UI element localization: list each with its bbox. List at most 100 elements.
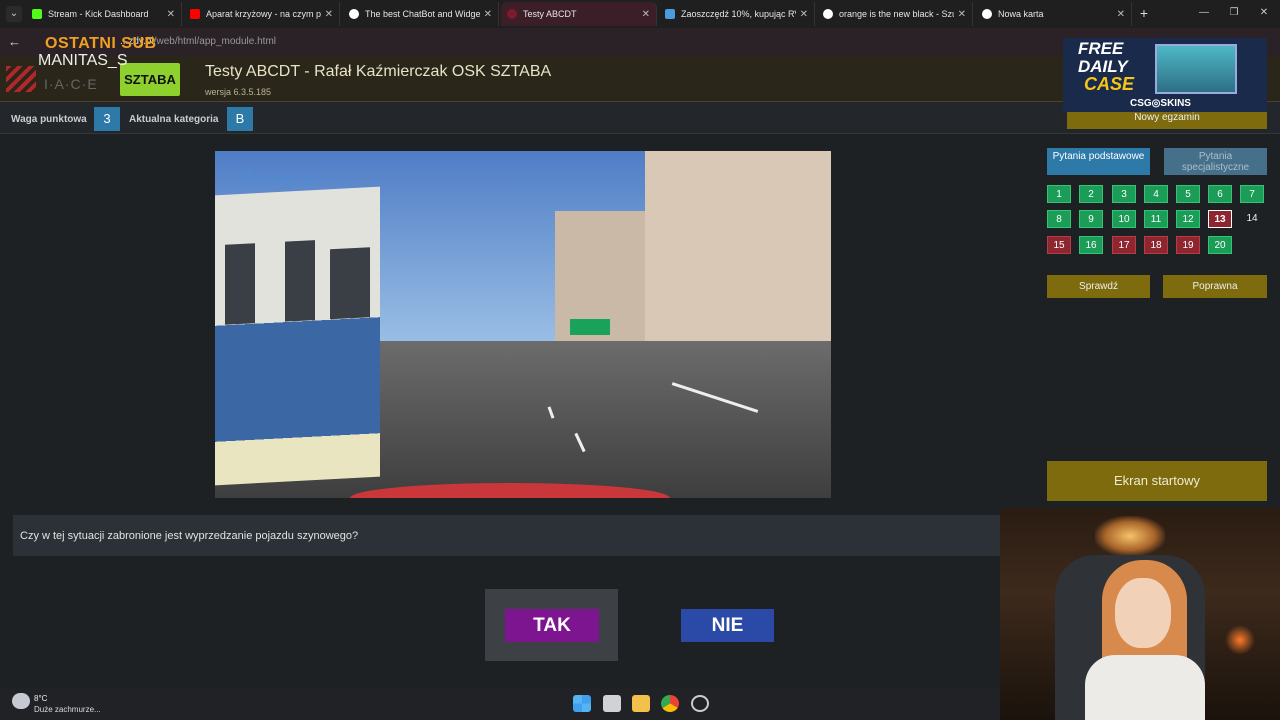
question-number-button[interactable]: 18 bbox=[1144, 236, 1168, 254]
close-tab-icon[interactable]: ✕ bbox=[800, 9, 808, 20]
weight-value: 3 bbox=[94, 107, 120, 131]
sztaba-logo: SZTABA bbox=[120, 63, 180, 96]
tram-window bbox=[225, 243, 255, 325]
tab-aparat[interactable]: Aparat krzyżowy - na czym polega ✕ bbox=[184, 2, 340, 26]
question-number-button[interactable]: 3 bbox=[1112, 185, 1136, 203]
google-icon bbox=[823, 9, 833, 19]
question-number-button[interactable]: 19 bbox=[1176, 236, 1200, 254]
new-exam-button[interactable]: Nowy egzamin bbox=[1067, 109, 1267, 129]
ad-free-text: FREE DAILY bbox=[1078, 39, 1128, 76]
testy-icon bbox=[507, 9, 517, 19]
close-tab-icon[interactable]: ✕ bbox=[167, 9, 175, 20]
file-explorer-icon[interactable] bbox=[632, 695, 650, 712]
video-building bbox=[645, 151, 831, 371]
tab-basic-questions[interactable]: Pytania podstawowe bbox=[1047, 148, 1150, 175]
overlay-last-sub-name: MANITAS_S bbox=[38, 52, 128, 69]
webcam-streamer-face bbox=[1115, 578, 1171, 648]
tab-title: Aparat krzyżowy - na czym polega bbox=[206, 9, 321, 19]
tram-window bbox=[285, 240, 315, 322]
question-number-button[interactable]: 5 bbox=[1176, 185, 1200, 203]
tab-title: The best ChatBot and Widgets bbox=[365, 9, 480, 19]
question-number-button[interactable]: 2 bbox=[1079, 185, 1103, 203]
chrome-icon[interactable] bbox=[661, 695, 679, 712]
close-window-icon[interactable]: ✕ bbox=[1256, 4, 1272, 22]
video-road-sign bbox=[570, 319, 610, 335]
question-number-button[interactable]: 9 bbox=[1079, 210, 1103, 228]
question-number-button[interactable]: 6 bbox=[1208, 185, 1232, 203]
weather-desc: Duże zachmurze... bbox=[34, 705, 101, 714]
url-path: /web/html/app_module.html bbox=[153, 36, 277, 47]
close-tab-icon[interactable]: ✕ bbox=[325, 9, 333, 20]
tab-chatbot[interactable]: The best ChatBot and Widgets ✕ bbox=[343, 2, 499, 26]
tab-kick-dashboard[interactable]: Stream - Kick Dashboard ✕ bbox=[26, 2, 182, 26]
weather-temp: 8°C bbox=[34, 694, 48, 703]
question-number-button[interactable]: 13 bbox=[1208, 210, 1232, 228]
question-number-button[interactable]: 10 bbox=[1112, 210, 1136, 228]
correct-answer-button[interactable]: Poprawna bbox=[1163, 275, 1267, 298]
webcam-streamer-shirt bbox=[1085, 655, 1205, 720]
question-number-button[interactable]: 20 bbox=[1208, 236, 1232, 254]
question-number-button[interactable]: 1 bbox=[1047, 185, 1071, 203]
restore-icon[interactable]: ❐ bbox=[1226, 4, 1242, 22]
cloud-icon[interactable] bbox=[12, 693, 30, 709]
tab-new[interactable]: Nowa karta ✕ bbox=[976, 2, 1132, 26]
streamelements-icon bbox=[349, 9, 359, 19]
question-number-button[interactable]: 12 bbox=[1176, 210, 1200, 228]
tab-special-questions[interactable]: Pytania specjalistyczne bbox=[1164, 148, 1267, 175]
question-number-button[interactable]: 4 bbox=[1144, 185, 1168, 203]
question-number-button[interactable]: 11 bbox=[1144, 210, 1168, 228]
webcam-lamp bbox=[1095, 516, 1165, 556]
no-button[interactable]: NIE bbox=[681, 609, 774, 642]
overlay-logo-text: I·A·C·E bbox=[44, 76, 98, 92]
tab-title: orange is the new black - Szuka bbox=[839, 9, 954, 19]
weight-label: Waga punktowa bbox=[11, 114, 87, 125]
question-number-button[interactable]: 7 bbox=[1240, 185, 1264, 203]
tab-orange[interactable]: orange is the new black - Szuka ✕ bbox=[817, 2, 973, 26]
question-number-button[interactable]: 16 bbox=[1079, 236, 1103, 254]
taskbar bbox=[0, 688, 1000, 720]
app-icon[interactable] bbox=[691, 695, 709, 712]
case-image bbox=[1155, 44, 1237, 94]
close-tab-icon[interactable]: ✕ bbox=[484, 9, 492, 20]
check-button[interactable]: Sprawdź bbox=[1047, 275, 1150, 298]
tab-title: Zaoszczędź 10%, kupując RV Tt bbox=[681, 9, 796, 19]
start-screen-button[interactable]: Ekran startowy bbox=[1047, 461, 1267, 501]
question-text: Czy w tej sytuacji zabronione jest wyprz… bbox=[20, 530, 359, 542]
windows-start-icon[interactable] bbox=[573, 695, 591, 712]
ad-case-text: CASE bbox=[1084, 74, 1135, 94]
youtube-icon bbox=[190, 9, 200, 19]
yes-button[interactable]: TAK bbox=[505, 609, 599, 642]
question-number-button[interactable]: 14 bbox=[1240, 210, 1264, 228]
back-arrow-icon[interactable]: ← bbox=[8, 34, 21, 49]
tab-search-button[interactable]: ⌄ bbox=[6, 6, 22, 22]
stripes-logo-icon bbox=[6, 66, 36, 92]
question-number-button[interactable]: 17 bbox=[1112, 236, 1136, 254]
tab-title: Testy ABCDT bbox=[523, 9, 577, 19]
chrome-icon bbox=[982, 9, 992, 19]
close-tab-icon[interactable]: ✕ bbox=[1117, 9, 1125, 20]
minimize-icon[interactable]: — bbox=[1196, 4, 1212, 22]
question-video[interactable]: Zdamy.to bbox=[215, 151, 831, 498]
new-tab-icon[interactable]: + bbox=[1137, 4, 1151, 22]
tab-rv[interactable]: Zaoszczędź 10%, kupując RV Tt ✕ bbox=[659, 2, 815, 26]
tab-title: Nowa karta bbox=[998, 9, 1044, 19]
kick-icon bbox=[32, 9, 42, 19]
task-view-icon[interactable] bbox=[603, 695, 621, 712]
video-watermark: Zdamy.to bbox=[240, 169, 320, 189]
tram-window bbox=[330, 247, 370, 320]
video-tram bbox=[215, 186, 380, 486]
ad-brand-text: CSG◎SKINS bbox=[1130, 98, 1191, 109]
app-version: wersja 6.3.5.185 bbox=[205, 87, 272, 97]
webcam-light bbox=[1225, 625, 1255, 655]
page-title: Testy ABCDT - Rafał Kaźmierczak OSK SZTA… bbox=[205, 63, 552, 80]
close-tab-icon[interactable]: ✕ bbox=[642, 9, 650, 20]
tab-testy-abcdt[interactable]: Testy ABCDT ✕ bbox=[501, 2, 657, 26]
close-tab-icon[interactable]: ✕ bbox=[958, 9, 966, 20]
overlay-last-sub-label: OSTATNI SUB bbox=[45, 35, 157, 52]
tab-title: Stream - Kick Dashboard bbox=[48, 9, 149, 19]
category-label: Aktualna kategoria bbox=[129, 114, 219, 125]
question-number-button[interactable]: 15 bbox=[1047, 236, 1071, 254]
question-number-button[interactable]: 8 bbox=[1047, 210, 1071, 228]
steam-icon bbox=[665, 9, 675, 19]
category-value: B bbox=[227, 107, 253, 131]
